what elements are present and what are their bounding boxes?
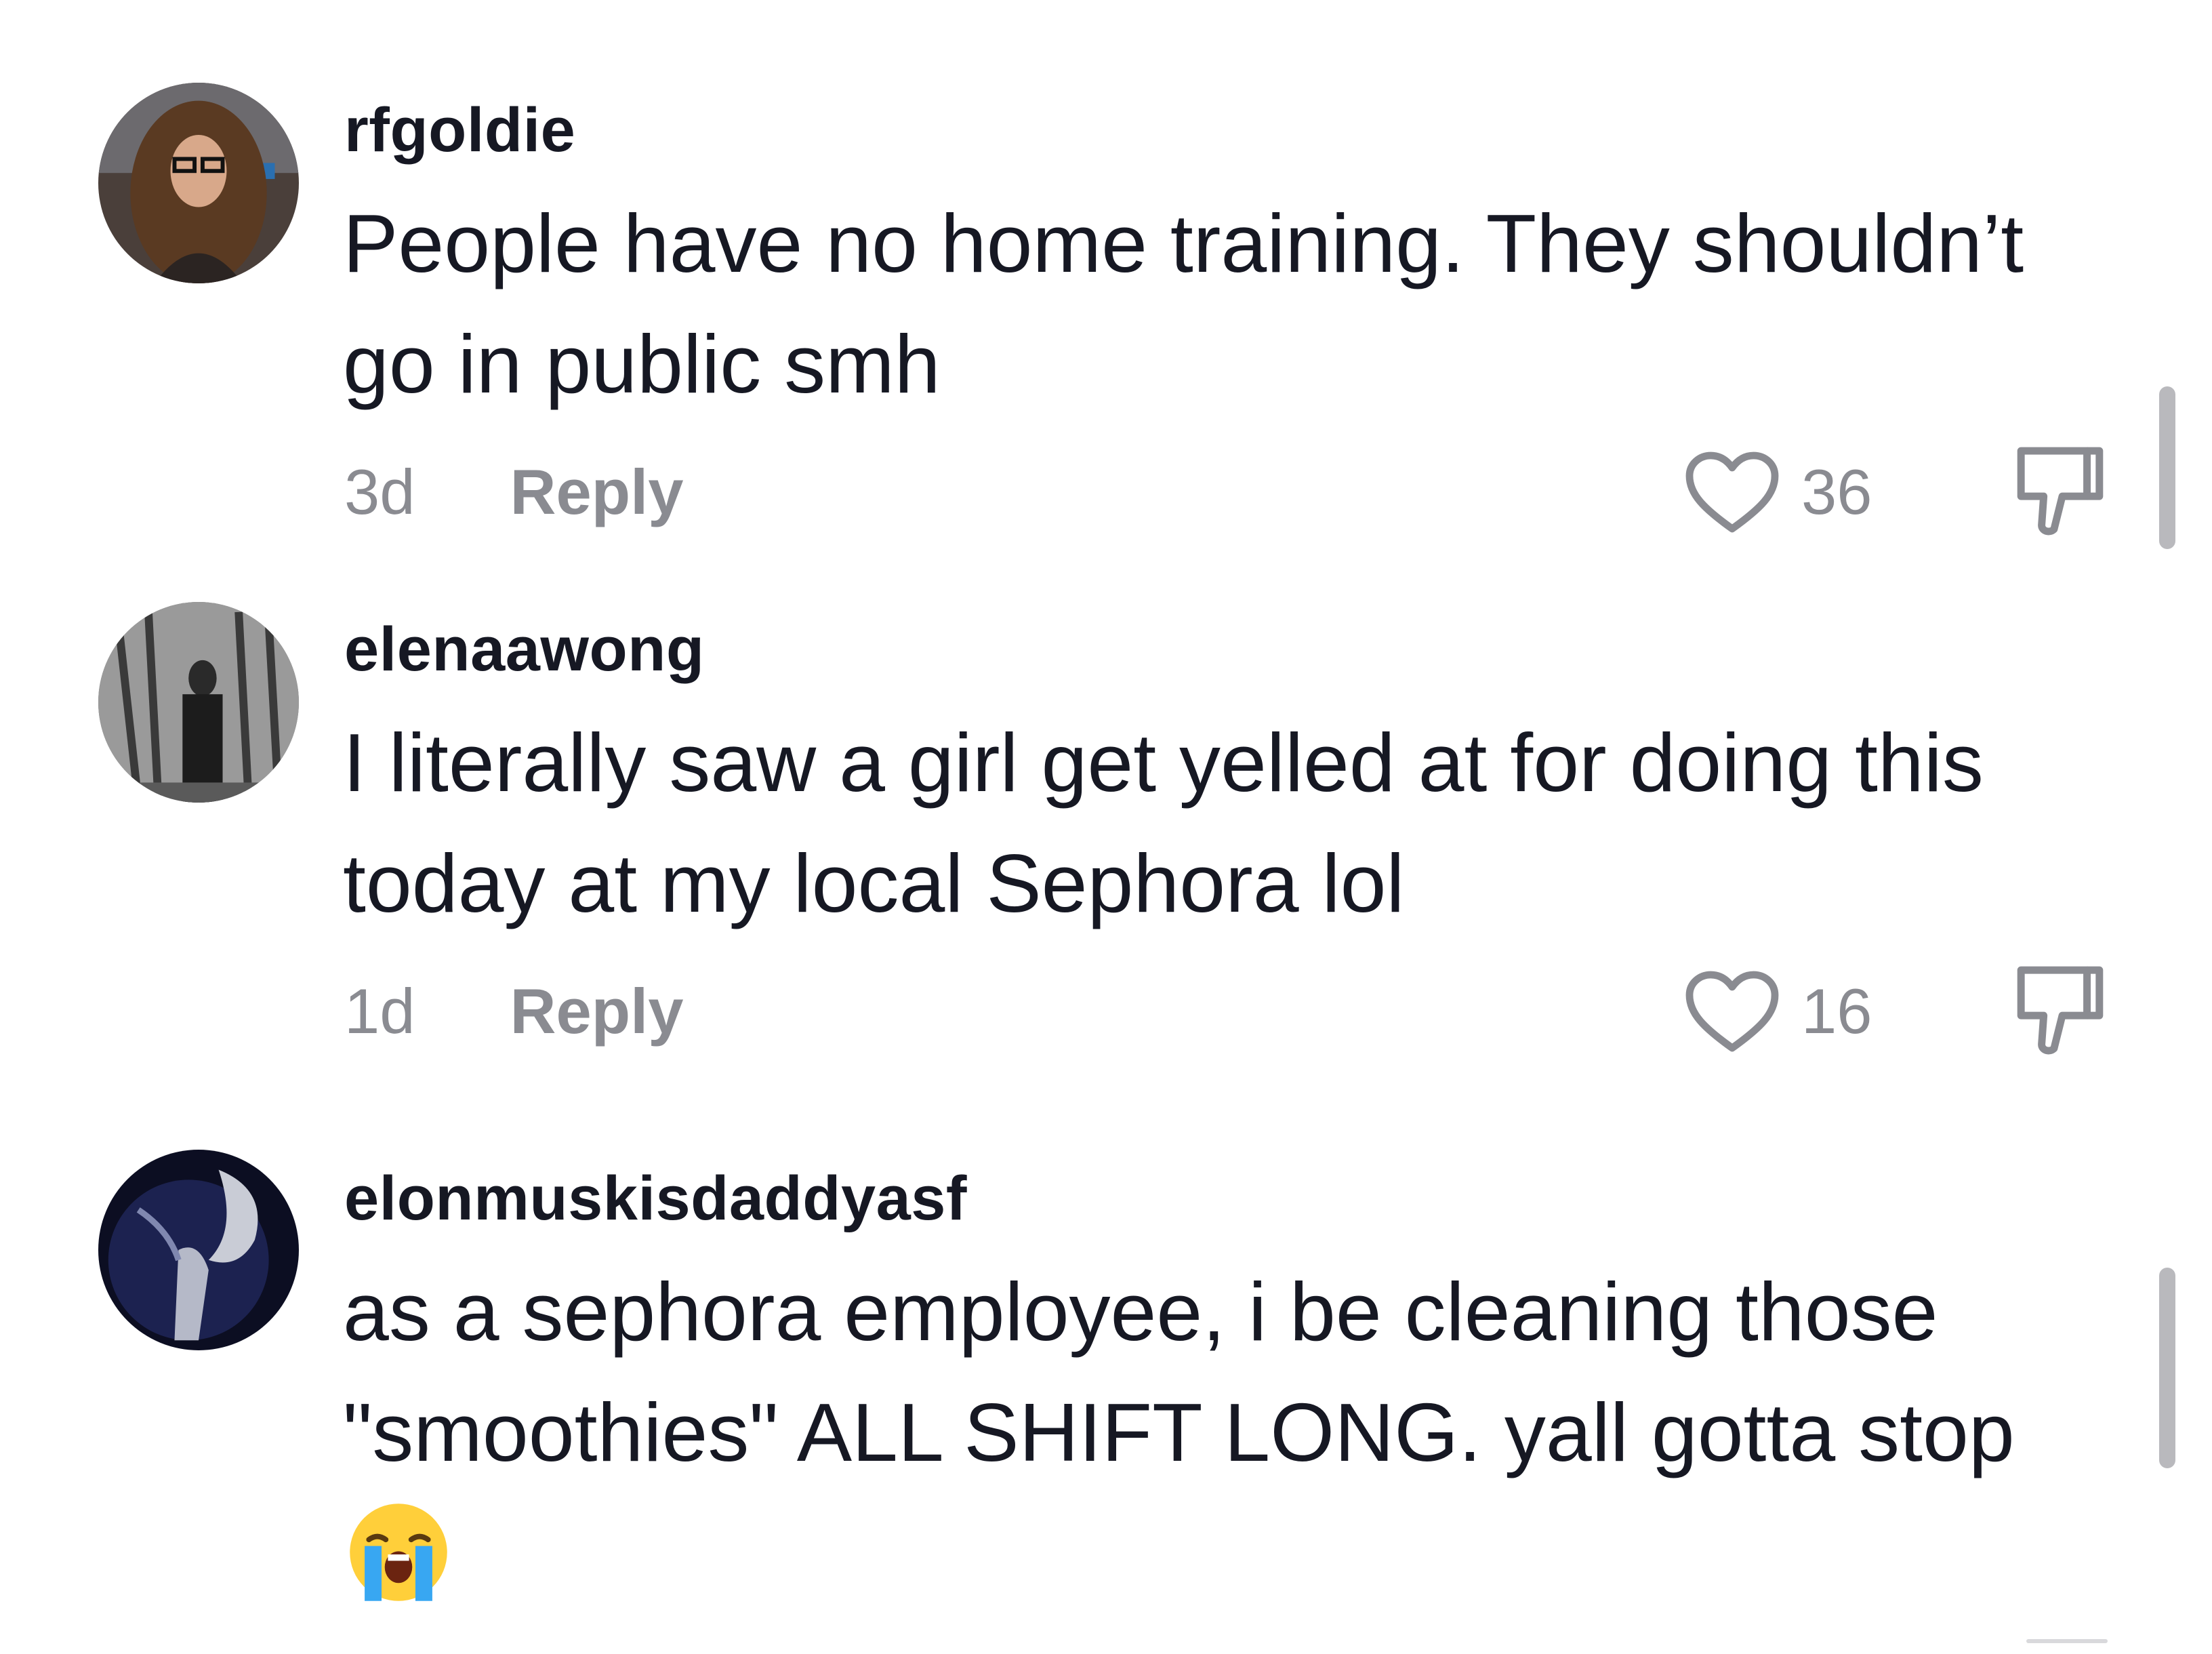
comment-text: People have no home training. They shoul…: [343, 197, 2024, 410]
like-count: 36: [1801, 456, 1872, 527]
like-button[interactable]: 16: [1683, 971, 1872, 1052]
like-count: 16: [1801, 975, 1872, 1047]
reply-button[interactable]: Reply: [510, 975, 684, 1048]
divider: [2026, 1639, 2108, 1643]
comment-text: I literally saw a girl get yelled at for…: [343, 717, 1984, 929]
scrollbar-thumb[interactable]: [2159, 386, 2175, 549]
comment-username[interactable]: rfgoldie: [344, 95, 575, 166]
comment-username[interactable]: elonmuskisdaddyasf: [344, 1163, 967, 1234]
comment-username[interactable]: elenaawong: [344, 614, 705, 685]
heart-icon: [1685, 451, 1779, 533]
comments-screen: rfgoldie People have no home training. T…: [0, 0, 2212, 1654]
comment-meta: 1d Reply: [344, 971, 684, 1052]
scrollbar-thumb[interactable]: [2159, 1268, 2175, 1468]
like-button[interactable]: 36: [1683, 451, 1872, 533]
heart-icon: [1685, 971, 1779, 1052]
comment-text: as a sephora employee, i be cleaning tho…: [343, 1266, 2015, 1478]
avatar[interactable]: [98, 83, 299, 283]
avatar[interactable]: [98, 1150, 299, 1350]
comment-meta: 3d Reply: [344, 451, 684, 533]
loudly-crying-face-emoji: [350, 1504, 447, 1601]
comment-age: 3d: [344, 456, 415, 527]
avatar[interactable]: [98, 602, 299, 803]
comment-age: 1d: [344, 975, 415, 1047]
dislike-icon[interactable]: [2013, 442, 2108, 542]
avatar-image: [98, 1150, 299, 1350]
avatar-image: [98, 602, 299, 803]
dislike-icon[interactable]: [2013, 961, 2108, 1062]
reply-button[interactable]: Reply: [510, 456, 684, 529]
avatar-image: [98, 83, 299, 283]
